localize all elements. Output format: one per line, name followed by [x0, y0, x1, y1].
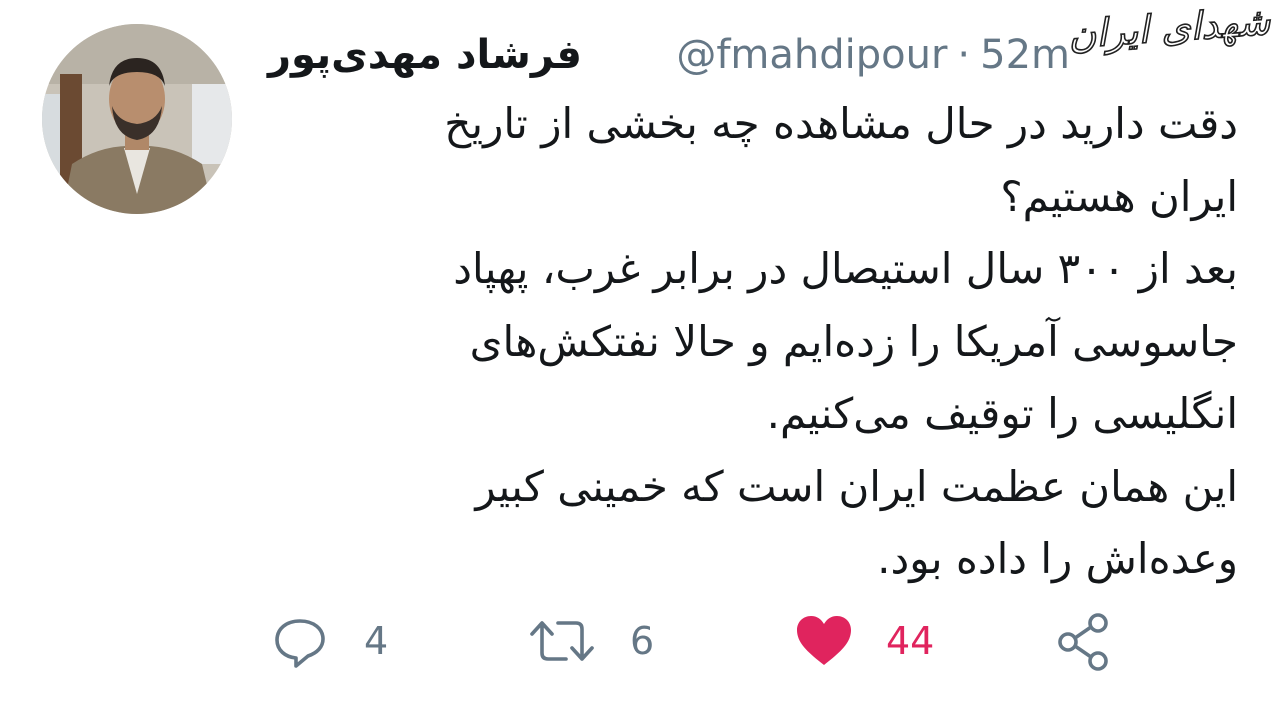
tweet-header: @fmahdipour · 52m [676, 26, 1070, 84]
timestamp[interactable]: 52m [980, 32, 1070, 78]
tweet-line: وعده‌اش را داده بود. [877, 534, 1238, 583]
tweet-actions: 4 6 44 [0, 608, 1280, 674]
watermark-logo: شهدای ایران [1066, 0, 1272, 58]
retweet-count: 6 [630, 619, 655, 663]
tweet-line: بعد از ۳۰۰ سال استیصال در برابر غرب، پهپ… [453, 244, 1238, 293]
like-button[interactable]: 44 [796, 608, 934, 674]
tweet-line: این همان عظمت ایران است که خمینی کبیر [475, 461, 1238, 511]
tweet-line: ایران هستیم؟ [1000, 171, 1238, 221]
separator-dot: · [957, 32, 971, 78]
share-icon [1054, 611, 1114, 671]
tweet-line: جاسوسی آمریکا را زده‌ایم و حالا نفتکش‌ها… [469, 316, 1238, 366]
avatar[interactable] [42, 24, 232, 214]
share-button[interactable] [1054, 608, 1114, 674]
tweet-line: دقت دارید در حال مشاهده چه بخشی از تاریخ [444, 99, 1238, 148]
retweet-arrows-icon [530, 613, 594, 669]
retweet-button[interactable]: 6 [530, 608, 654, 674]
tweet-text: دقت دارید در حال مشاهده چه بخشی از تاریخ… [338, 88, 1238, 596]
speech-bubble-icon [272, 613, 328, 669]
tweet-header-name: فرشاد مهدی‌پور [268, 26, 598, 84]
avatar-photo [42, 24, 232, 214]
tweet-line: انگلیسی را توقیف می‌کنیم. [766, 389, 1238, 438]
reply-count: 4 [364, 619, 389, 663]
user-handle[interactable]: @fmahdipour [676, 32, 947, 78]
display-name[interactable]: فرشاد مهدی‌پور [268, 32, 582, 78]
like-count: 44 [886, 619, 935, 663]
heart-icon [796, 615, 852, 667]
reply-button[interactable]: 4 [272, 608, 388, 674]
